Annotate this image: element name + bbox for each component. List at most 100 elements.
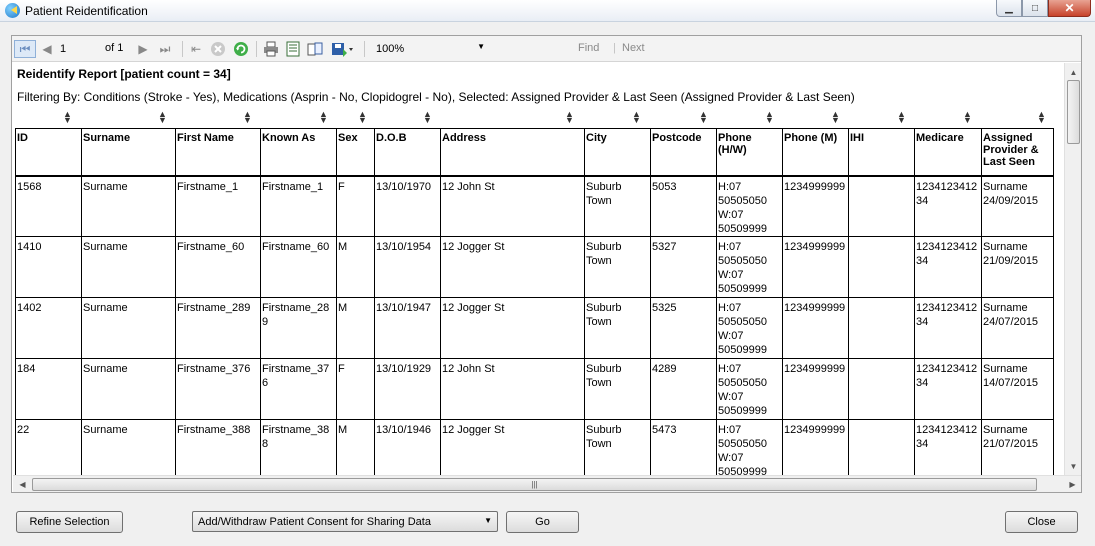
first-page-button[interactable]: ⏮	[14, 40, 36, 58]
cell-sex: M	[336, 297, 375, 359]
chevron-down-icon: ▼	[477, 42, 485, 51]
cell-phone-m: 1234999999	[782, 297, 849, 359]
stop-button[interactable]	[209, 40, 227, 58]
cell-dob: 13/10/1970	[374, 175, 441, 237]
cell-sex: M	[336, 236, 375, 298]
column-header[interactable]: Medicare	[914, 128, 982, 177]
cell-postcode: 5327	[650, 236, 717, 298]
scroll-right-icon[interactable]: ▶	[1064, 476, 1081, 493]
sort-arrows-icon[interactable]: ▲ ▼	[963, 110, 972, 125]
report-title: Reidentify Report [patient count = 34]	[17, 67, 231, 81]
cell-phone-hw: H:07 50505050 W:07 50509999	[716, 236, 783, 298]
find-next-link[interactable]: Next	[622, 42, 645, 54]
close-button[interactable]: Close	[1005, 511, 1078, 533]
cell-id: 1568	[15, 175, 82, 237]
scroll-up-icon[interactable]: ▲	[1065, 65, 1082, 79]
sort-arrows-icon[interactable]: ▲ ▼	[63, 110, 72, 125]
sort-arrows-icon[interactable]: ▲ ▼	[632, 110, 641, 125]
title-bar: Patient Reidentification ▁ □ ✕	[0, 0, 1095, 22]
vertical-scroll-thumb[interactable]	[1067, 80, 1080, 144]
cell-medicare: 1234123412 34	[914, 175, 982, 237]
last-page-button[interactable]: ⏭	[156, 40, 174, 58]
column-header[interactable]: Address	[440, 128, 585, 177]
minimize-button[interactable]: ▁	[996, 0, 1022, 17]
cell-ihi	[848, 297, 915, 359]
column-header[interactable]: First Name	[175, 128, 261, 177]
window-title: Patient Reidentification	[25, 4, 148, 18]
cell-address: 12 Jogger St	[440, 236, 585, 298]
column-header[interactable]: IHI	[848, 128, 915, 177]
cell-ihi	[848, 358, 915, 420]
cell-id: 1410	[15, 236, 82, 298]
find-link[interactable]: Find	[578, 42, 599, 54]
previous-page-button[interactable]: ◀	[40, 40, 54, 58]
cell-phone-m: 1234999999	[782, 358, 849, 420]
sort-arrows-icon[interactable]: ▲ ▼	[699, 110, 708, 125]
scroll-down-icon[interactable]: ▼	[1065, 459, 1082, 473]
next-page-button[interactable]: ▶	[136, 40, 150, 58]
horizontal-scroll-thumb[interactable]: |||	[32, 478, 1037, 491]
horizontal-scrollbar[interactable]: ◀ ||| ▶	[13, 475, 1081, 492]
back-button[interactable]: ⇤	[188, 40, 204, 58]
column-header[interactable]: Postcode	[650, 128, 717, 177]
zoom-select[interactable]: 100% ▼	[372, 41, 487, 57]
table-row: 184 Surname Firstname_376 Firstname_37 6…	[15, 358, 1054, 420]
refine-selection-button[interactable]: Refine Selection	[16, 511, 123, 533]
column-header[interactable]: Surname	[81, 128, 176, 177]
column-header[interactable]: D.O.B	[374, 128, 441, 177]
cell-phone-m: 1234999999	[782, 175, 849, 237]
cell-known-as: Firstname_37 6	[260, 358, 337, 420]
next-page-icon: ▶	[138, 42, 148, 56]
previous-page-icon: ◀	[42, 42, 52, 56]
column-header[interactable]: Sex	[336, 128, 375, 177]
sort-arrows-icon[interactable]: ▲ ▼	[565, 110, 574, 125]
window-controls: ▁ □ ✕	[996, 0, 1091, 17]
cell-medicare: 1234123412 34	[914, 419, 982, 475]
column-header[interactable]: Assigned Provider & Last Seen	[981, 128, 1054, 177]
cell-dob: 13/10/1954	[374, 236, 441, 298]
page-setup-button[interactable]	[306, 40, 324, 58]
cell-dob: 13/10/1947	[374, 297, 441, 359]
cell-ihi	[848, 175, 915, 237]
sort-arrows-icon[interactable]: ▲ ▼	[1037, 110, 1046, 125]
print-button[interactable]	[262, 40, 280, 58]
refresh-icon	[234, 42, 248, 56]
cell-provider: Surname 21/09/2015	[981, 236, 1054, 298]
cell-surname: Surname	[81, 236, 176, 298]
go-button[interactable]: Go	[506, 511, 579, 533]
report-filter: Filtering By: Conditions (Stroke - Yes),…	[17, 90, 855, 104]
cell-city: Suburb Town	[584, 358, 651, 420]
sort-arrows-icon[interactable]: ▲ ▼	[243, 110, 252, 125]
column-header[interactable]: Phone (M)	[782, 128, 849, 177]
column-header[interactable]: City	[584, 128, 651, 177]
sort-arrows-icon[interactable]: ▲ ▼	[358, 110, 367, 125]
export-button[interactable]	[330, 40, 356, 58]
cell-postcode: 5325	[650, 297, 717, 359]
cell-phone-m: 1234999999	[782, 236, 849, 298]
sort-arrows-icon[interactable]: ▲ ▼	[423, 110, 432, 125]
zoom-value: 100%	[376, 43, 405, 55]
column-header[interactable]: Phone (H/W)	[716, 128, 783, 177]
column-header[interactable]: Known As	[260, 128, 337, 177]
sort-arrows-icon[interactable]: ▲ ▼	[765, 110, 774, 125]
cell-phone-hw: H:07 50505050 W:07 50509999	[716, 419, 783, 475]
scroll-left-icon[interactable]: ◀	[14, 476, 31, 493]
cell-sex: M	[336, 419, 375, 475]
refresh-button[interactable]	[232, 40, 250, 58]
grip-icon: |||	[531, 480, 538, 489]
maximize-button[interactable]: □	[1022, 0, 1048, 17]
column-header[interactable]: ID	[15, 128, 82, 177]
print-layout-button[interactable]	[284, 40, 302, 58]
toolbar-separator	[256, 41, 257, 57]
sort-arrows-icon[interactable]: ▲ ▼	[897, 110, 906, 125]
cell-city: Suburb Town	[584, 419, 651, 475]
sort-arrows-icon[interactable]: ▲ ▼	[831, 110, 840, 125]
report-body: Reidentify Report [patient count = 34] F…	[13, 63, 1054, 475]
close-window-button[interactable]: ✕	[1048, 0, 1091, 17]
vertical-scrollbar[interactable]: ▲ ▼	[1064, 63, 1081, 475]
page-number-input[interactable]	[60, 41, 100, 57]
cell-first-name: Firstname_388	[175, 419, 261, 475]
sort-arrows-icon[interactable]: ▲ ▼	[158, 110, 167, 125]
sort-arrows-icon[interactable]: ▲ ▼	[319, 110, 328, 125]
consent-action-select[interactable]: Add/Withdraw Patient Consent for Sharing…	[192, 511, 498, 532]
